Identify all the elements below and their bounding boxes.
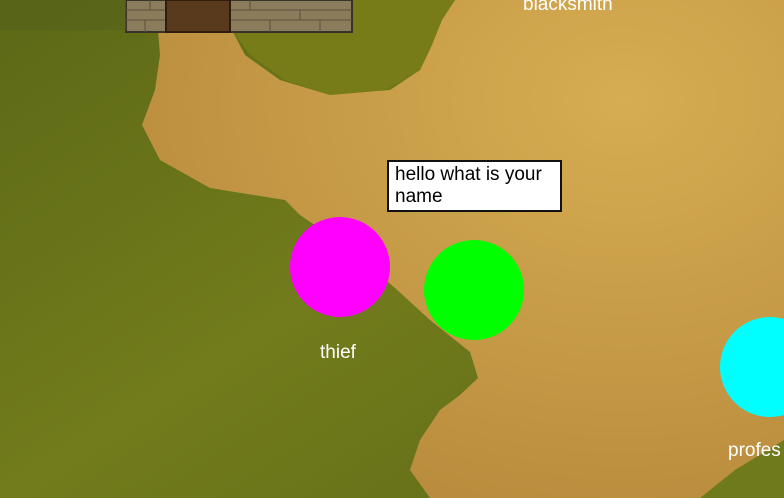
player-character[interactable] (424, 240, 524, 340)
building-door (165, 0, 231, 33)
speech-bubble: hello what is your name (387, 160, 562, 212)
thief-character[interactable] (290, 217, 390, 317)
terrain-map (0, 0, 784, 498)
blacksmith-label: blacksmith (523, 0, 613, 15)
thief-label: thief (320, 342, 356, 363)
game-scene[interactable]: thief profes blacksmith hello what is yo… (0, 0, 784, 498)
building (125, 0, 353, 33)
professor-label: profes (728, 440, 781, 461)
